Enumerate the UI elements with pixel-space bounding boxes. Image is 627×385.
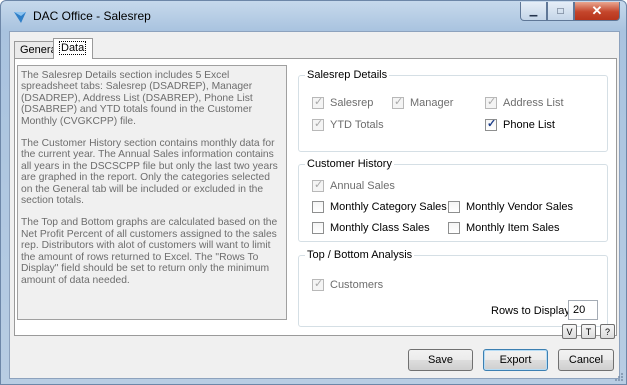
maximize-button[interactable]: □ [547,2,574,21]
salesrep-details-group: Salesrep Details ✓ Salesrep ✓ Manager ✓ … [298,69,608,152]
customer-history-group: Customer History ✓ Annual Sales Monthly … [298,158,608,242]
info-paragraph: The Salesrep Details section includes 5 … [21,70,253,127]
annual-sales-checkbox[interactable]: ✓ Annual Sales [312,179,395,193]
resize-grip-icon[interactable] [614,372,624,382]
address-list-label: Address List [503,97,564,109]
checkbox-box: ✓ [312,118,324,131]
title-bar[interactable]: DAC Office - Salesrep ▁ □ ✕ [1,1,626,31]
check-icon: ✓ [314,179,324,191]
rows-to-display-input[interactable] [568,300,598,320]
minimize-icon: ▁ [529,5,538,17]
checkbox-box: ✓ [485,118,497,131]
tab-data-label: Data [59,41,87,55]
app-logo-icon [14,12,26,23]
info-text-box[interactable]: The Salesrep Details section includes 5 … [17,65,287,320]
info-paragraph: The Top and Bottom graphs are calculated… [21,217,278,286]
checkbox-box [448,201,460,213]
monthly-category-sales-checkbox[interactable]: Monthly Category Sales [312,200,447,214]
monthly-vendor-sales-checkbox[interactable]: Monthly Vendor Sales [448,200,573,214]
customers-label: Customers [330,279,384,291]
customer-history-title: Customer History [305,158,394,170]
manager-label: Manager [410,97,454,109]
annual-sales-label: Annual Sales [330,180,395,192]
check-icon: ✓ [314,96,324,108]
ytd-totals-label: YTD Totals [330,119,384,131]
monthly-vendor-sales-label: Monthly Vendor Sales [466,201,574,213]
window-title: DAC Office - Salesrep [33,9,151,23]
cancel-button[interactable]: Cancel [558,349,614,371]
salesrep-details-title: Salesrep Details [305,69,390,81]
template-button[interactable]: T [581,324,596,339]
checkbox-box: ✓ [312,96,324,109]
manager-checkbox[interactable]: ✓ Manager [392,96,453,110]
checkbox-box: ✓ [392,96,404,109]
checkbox-box: ✓ [312,278,324,291]
dialog-client-area: General Data The Salesrep Details sectio… [9,31,620,379]
monthly-item-sales-label: Monthly Item Sales [466,222,560,234]
caption-buttons: ▁ □ ✕ [520,2,620,21]
salesrep-checkbox[interactable]: ✓ Salesrep [312,96,373,110]
check-icon: ✓ [314,118,324,130]
check-icon: ✓ [487,118,497,130]
data-tab-panel: The Salesrep Details section includes 5 … [14,58,617,336]
close-icon: ✕ [591,3,603,18]
address-list-checkbox[interactable]: ✓ Address List [485,96,564,110]
info-paragraph: The Customer History section contains mo… [21,138,278,207]
top-bottom-analysis-title: Top / Bottom Analysis [305,249,415,261]
monthly-item-sales-checkbox[interactable]: Monthly Item Sales [448,221,560,235]
checkbox-box [312,222,324,234]
ytd-totals-checkbox[interactable]: ✓ YTD Totals [312,118,384,132]
maximize-icon: □ [557,5,564,17]
checkbox-box: ✓ [485,96,497,109]
close-button[interactable]: ✕ [574,2,620,21]
rows-to-display-label: Rows to Display [491,305,570,317]
template-button-label: T [585,326,592,337]
monthly-class-sales-label: Monthly Class Sales [330,222,430,234]
check-icon: ✓ [394,96,404,108]
customers-checkbox[interactable]: ✓ Customers [312,278,383,292]
minimize-button[interactable]: ▁ [520,2,547,21]
check-icon: ✓ [487,96,497,108]
tab-general[interactable]: General [14,41,59,58]
save-button[interactable]: Save [408,349,473,371]
monthly-category-sales-label: Monthly Category Sales [330,201,447,213]
help-button-label: ? [604,326,610,337]
export-button[interactable]: Export [483,349,548,371]
monthly-class-sales-checkbox[interactable]: Monthly Class Sales [312,221,430,235]
checkbox-box [448,222,460,234]
view-button-label: V [566,326,573,337]
salesrep-label: Salesrep [330,97,374,109]
checkbox-box: ✓ [312,179,324,192]
phone-list-label: Phone List [503,119,555,131]
phone-list-checkbox[interactable]: ✓ Phone List [485,118,555,132]
view-button[interactable]: V [562,324,577,339]
top-bottom-analysis-group: Top / Bottom Analysis ✓ Customers Rows t… [298,249,608,327]
help-button[interactable]: ? [600,324,615,339]
app-window: DAC Office - Salesrep ▁ □ ✕ General Data… [0,0,627,385]
tab-data[interactable]: Data [53,38,93,59]
checkbox-box [312,201,324,213]
check-icon: ✓ [314,278,324,290]
